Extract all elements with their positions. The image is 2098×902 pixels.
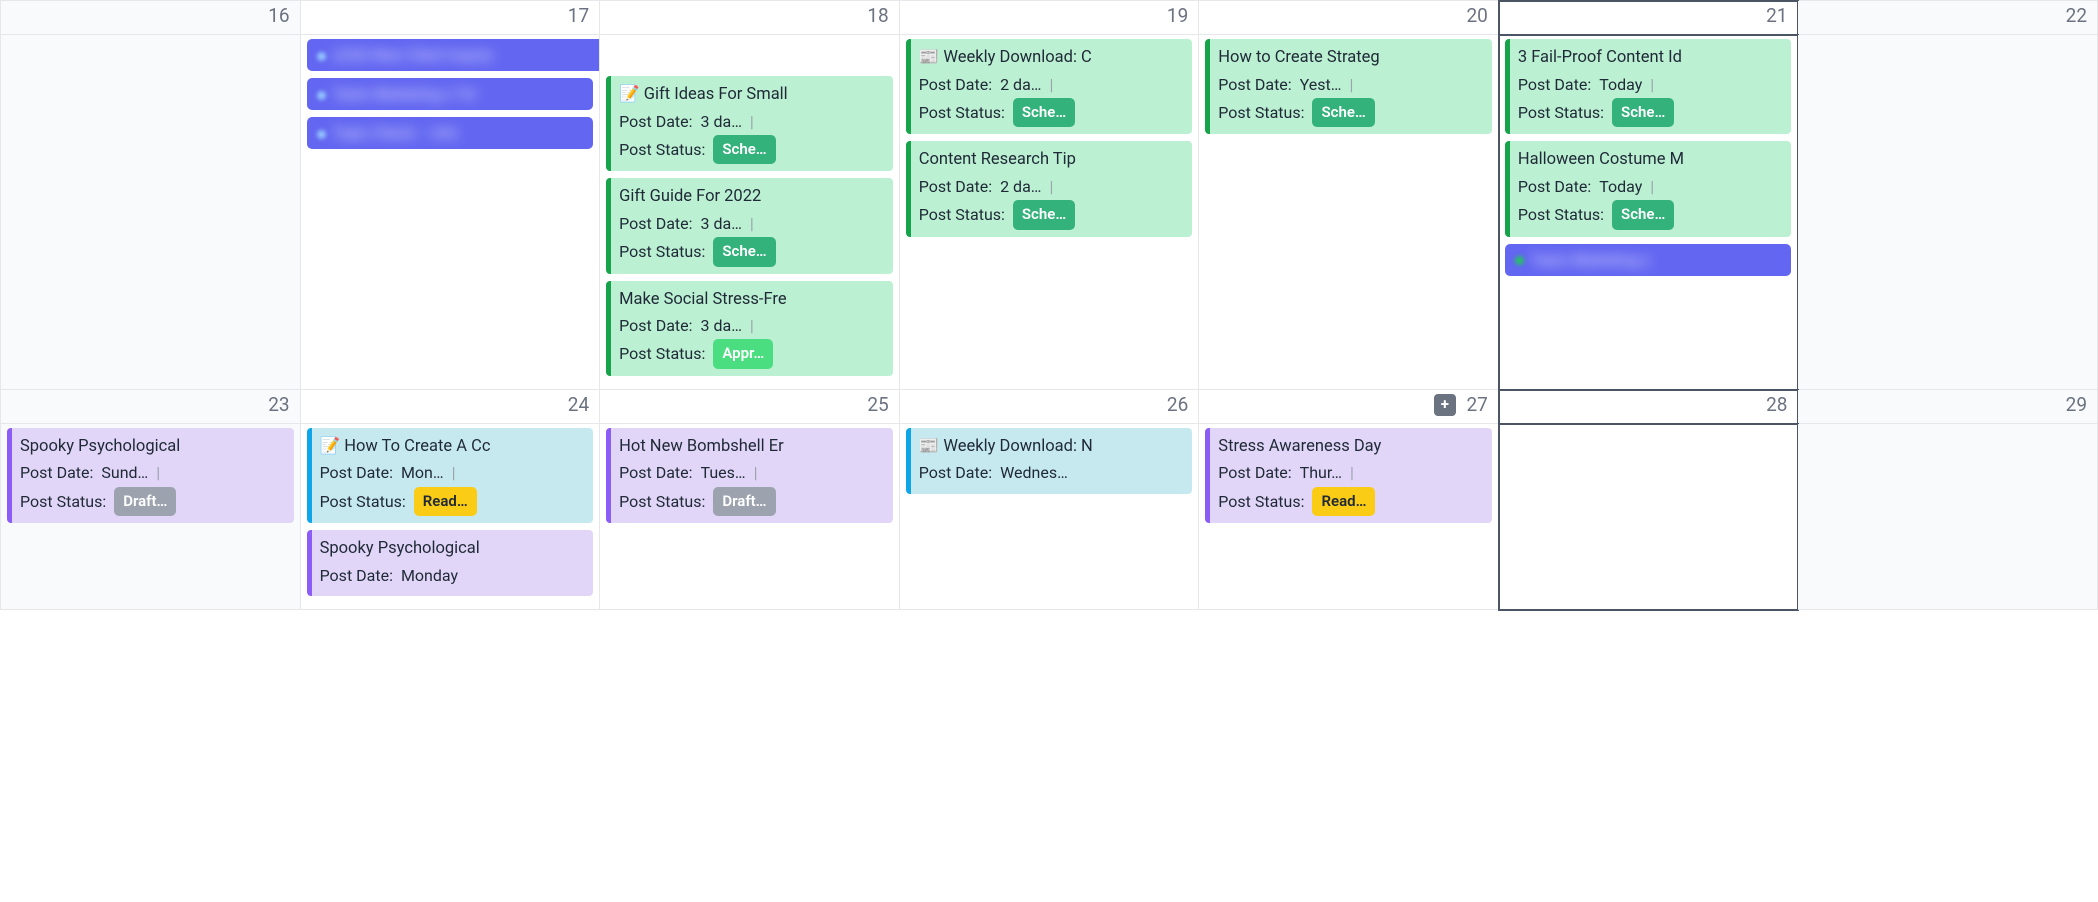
calendar-cell-21-header[interactable]: 21 [1499, 1, 1799, 35]
calendar-cell-27[interactable]: Stress Awareness Day Post Date: Thur… | … [1199, 424, 1499, 610]
event-card[interactable]: Content Research Tip Post Date: 2 da… | … [906, 141, 1193, 236]
event-card[interactable]: Spooky Psychological Post Date: Monday [307, 530, 594, 596]
calendar-cell-25-header[interactable]: 25 [600, 390, 900, 424]
event-title: 📰 Weekly Download: C [919, 45, 1185, 71]
redacted-event[interactable]: Team Marketing x Txt [307, 78, 594, 110]
status-badge: Draft… [713, 487, 775, 517]
event-title: Stress Awareness Day [1218, 434, 1484, 460]
event-card[interactable]: Make Social Stress-Fre Post Date: 3 da… … [606, 281, 893, 376]
calendar-cell-20[interactable]: How to Create Strateg Post Date: Yest… |… [1199, 35, 1499, 390]
date-number: 17 [568, 4, 589, 27]
date-number: 21 [1766, 4, 1787, 27]
status-badge: Sche… [1013, 200, 1075, 230]
calendar-cell-21[interactable]: 3 Fail-Proof Content Id Post Date: Today… [1499, 35, 1799, 390]
calendar-cell-16[interactable] [1, 35, 301, 390]
status-badge: Appr… [713, 339, 773, 369]
calendar-cell-24-header[interactable]: 24 [301, 390, 601, 424]
event-title: How to Create Strateg [1218, 45, 1484, 71]
calendar-cell-16-header[interactable]: 16 [1, 1, 301, 35]
calendar-cell-17[interactable]: LEAD New Client Inquiry Team Marketing x… [301, 35, 601, 390]
date-number: 27 [1466, 393, 1487, 416]
calendar-grid: 16 17 18 19 20 21 22 LEAD New Client Inq… [0, 0, 2098, 610]
post-date-value: 3 da… [701, 108, 742, 135]
calendar-cell-23-header[interactable]: 23 [1, 390, 301, 424]
status-badge: Sche… [1612, 200, 1674, 230]
event-card[interactable]: Gift Guide For 2022 Post Date: 3 da… | P… [606, 178, 893, 273]
calendar-cell-24[interactable]: 📝 How To Create A Cc Post Date: Mon… | P… [301, 424, 601, 610]
status-badge: Sche… [1612, 98, 1674, 128]
date-number: 25 [867, 393, 888, 416]
calendar-cell-19-header[interactable]: 19 [900, 1, 1200, 35]
status-badge: Sche… [713, 135, 775, 165]
event-title: 📝 How To Create A Cc [320, 434, 586, 460]
calendar-cell-28[interactable] [1499, 424, 1799, 610]
date-number: 23 [268, 393, 289, 416]
event-title: 📝 Gift Ideas For Small [619, 82, 885, 108]
add-event-button[interactable]: + [1434, 394, 1456, 416]
calendar-cell-28-header[interactable]: 28 [1499, 390, 1799, 424]
event-title: Content Research Tip [919, 147, 1185, 173]
redacted-event[interactable]: LEAD New Client Inquiry [307, 39, 601, 71]
event-title: 3 Fail-Proof Content Id [1518, 45, 1784, 71]
event-card[interactable]: 📝 How To Create A Cc Post Date: Mon… | P… [307, 428, 594, 523]
calendar-cell-27-header[interactable]: + 27 [1199, 390, 1499, 424]
event-card[interactable]: 📰 Weekly Download: C Post Date: 2 da… | … [906, 39, 1193, 134]
status-badge: Draft… [114, 487, 176, 517]
event-title: Spooky Psychological [320, 536, 586, 562]
event-title: Halloween Costume M [1518, 147, 1784, 173]
event-card[interactable]: 📝 Gift Ideas For Small Post Date: 3 da… … [606, 76, 893, 171]
event-title: 📰 Weekly Download: N [919, 434, 1185, 460]
calendar-cell-26[interactable]: 📰 Weekly Download: N Post Date: Wednes… [900, 424, 1200, 610]
calendar-cell-20-header[interactable]: 20 [1199, 1, 1499, 35]
event-card[interactable]: Hot New Bombshell Er Post Date: Tues… | … [606, 428, 893, 523]
event-title: Gift Guide For 2022 [619, 184, 885, 210]
event-title: Hot New Bombshell Er [619, 434, 885, 460]
plus-icon: + [1441, 397, 1449, 412]
status-badge: Sche… [713, 237, 775, 267]
calendar-cell-29-header[interactable]: 29 [1798, 390, 2098, 424]
date-number: 24 [568, 393, 589, 416]
separator: | [750, 108, 754, 135]
event-card[interactable]: Spooky Psychological Post Date: Sund… | … [7, 428, 294, 523]
calendar-cell-18-header[interactable]: 18 [600, 1, 900, 35]
event-card[interactable]: How to Create Strateg Post Date: Yest… |… [1205, 39, 1492, 134]
event-card[interactable]: 📰 Weekly Download: N Post Date: Wednes… [906, 428, 1193, 494]
calendar-cell-25[interactable]: Hot New Bombshell Er Post Date: Tues… | … [600, 424, 900, 610]
calendar-cell-29[interactable] [1798, 424, 2098, 610]
date-number: 16 [268, 4, 289, 27]
date-number: 29 [2066, 393, 2087, 416]
date-number: 18 [867, 4, 888, 27]
redacted-event[interactable]: Topic Check – Info [307, 117, 594, 149]
event-card[interactable]: Halloween Costume M Post Date: Today | P… [1505, 141, 1792, 236]
event-title: Make Social Stress-Fre [619, 287, 885, 313]
calendar-cell-19[interactable]: 📰 Weekly Download: C Post Date: 2 da… | … [900, 35, 1200, 390]
date-number: 26 [1167, 393, 1188, 416]
post-status-label: Post Status: [619, 136, 705, 163]
status-badge: Sche… [1312, 98, 1374, 128]
event-card[interactable]: Stress Awareness Day Post Date: Thur… | … [1205, 428, 1492, 523]
date-number: 19 [1167, 4, 1188, 27]
calendar-cell-23[interactable]: Spooky Psychological Post Date: Sund… | … [1, 424, 301, 610]
event-card[interactable]: 3 Fail-Proof Content Id Post Date: Today… [1505, 39, 1792, 134]
date-number: 28 [1766, 393, 1787, 416]
post-date-label: Post Date: [619, 108, 692, 135]
calendar-cell-22-header[interactable]: 22 [1798, 1, 2098, 35]
status-badge: Read… [1312, 487, 1375, 517]
redacted-event[interactable]: Team Marketing x [1505, 244, 1792, 276]
calendar-cell-17-header[interactable]: 17 [301, 1, 601, 35]
status-badge: Read… [414, 487, 477, 517]
status-badge: Sche… [1013, 98, 1075, 128]
date-number: 22 [2066, 4, 2087, 27]
event-title: Spooky Psychological [20, 434, 286, 460]
calendar-cell-18[interactable]: 📝 Gift Ideas For Small Post Date: 3 da… … [600, 35, 900, 390]
date-number: 20 [1466, 4, 1487, 27]
calendar-cell-26-header[interactable]: 26 [900, 390, 1200, 424]
calendar-cell-22[interactable] [1798, 35, 2098, 390]
